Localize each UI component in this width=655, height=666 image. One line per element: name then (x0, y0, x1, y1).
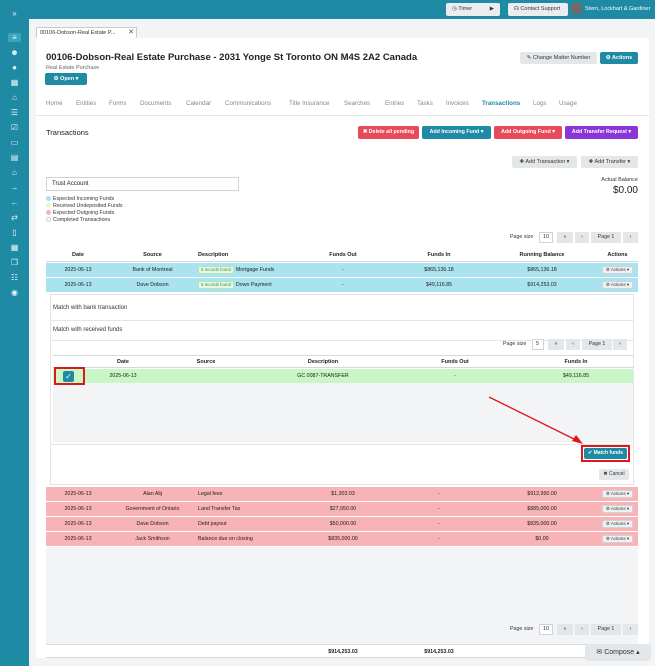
compose-button[interactable]: ✉ Compose ▴ (585, 644, 651, 661)
compose-label: Compose (604, 649, 635, 656)
annotation-arrow (488, 396, 583, 444)
